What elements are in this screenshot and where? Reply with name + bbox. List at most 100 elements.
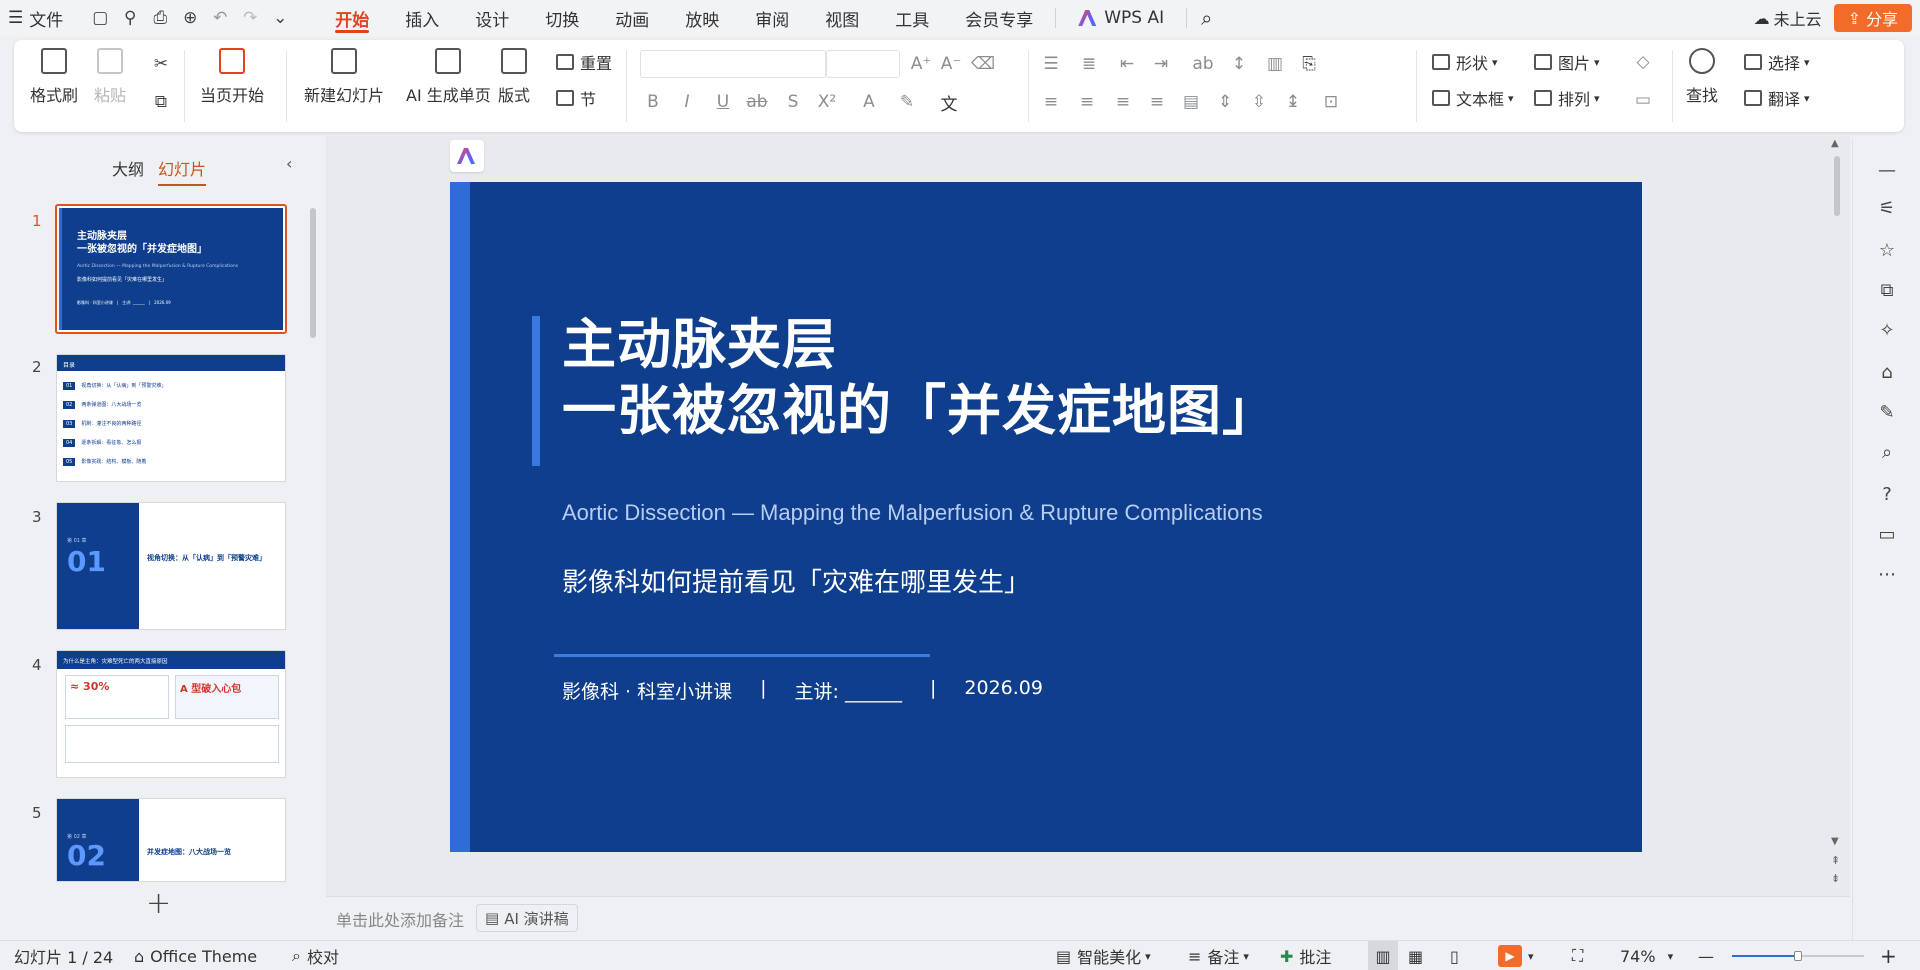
tab-animations[interactable]: 动画 (597, 0, 667, 36)
slide-footer[interactable]: 影像科 · 科室小讲课 | 主讲: ______ | 2026.09 (562, 677, 1043, 704)
print-icon[interactable]: ⎙ (149, 7, 171, 29)
sparkle-icon[interactable]: ✧ (1877, 320, 1897, 341)
decrease-indent-icon[interactable]: ⇤ (1114, 52, 1140, 76)
textbox-button[interactable]: 文本框 ▾ (1432, 86, 1514, 110)
more-icon[interactable]: ⋯ (1877, 564, 1897, 585)
current-slide[interactable]: 主动脉夹层 一张被忽视的「并发症地图」 Aortic Dissection — … (450, 182, 1642, 852)
copy-icon[interactable]: ⧉ (148, 90, 174, 114)
tab-slides[interactable]: 幻灯片 (158, 156, 207, 186)
font-family-select[interactable] (640, 50, 826, 78)
comment-icon[interactable]: ▭ (1877, 524, 1897, 545)
file-menu[interactable]: ☰ 文件 (0, 0, 71, 36)
tab-review[interactable]: 审阅 (737, 0, 807, 36)
star-icon[interactable]: ☆ (1877, 240, 1897, 261)
slideshow-button[interactable]: ▶ ▾ (1498, 941, 1534, 970)
fill-color-icon[interactable]: ◇ (1630, 50, 1656, 74)
distribute-icon[interactable]: ▤ (1178, 90, 1204, 114)
paragraph-spacing-icon[interactable]: ⇕ (1212, 90, 1238, 114)
save-icon[interactable]: ▢ (89, 7, 111, 29)
shape-button[interactable]: 形状 ▾ (1432, 50, 1498, 74)
add-slide-icon[interactable]: + (146, 886, 171, 921)
normal-view-icon[interactable]: ▥ (1368, 941, 1398, 970)
tab-insert[interactable]: 插入 (387, 0, 457, 36)
minimize-icon[interactable]: — (1877, 160, 1897, 181)
find-button[interactable]: 查找 (1686, 48, 1718, 106)
underline-icon[interactable]: U (710, 90, 736, 114)
slide-title[interactable]: 主动脉夹层 一张被忽视的「并发症地图」 (562, 312, 1277, 444)
search-image-icon[interactable]: ⌕ (1877, 442, 1897, 463)
outline-color-icon[interactable]: ▭ (1630, 88, 1656, 112)
reading-view-icon[interactable]: ▯ (1450, 941, 1459, 970)
section-button[interactable]: 节 (556, 86, 596, 110)
phonetic-icon[interactable]: 文 (936, 90, 962, 115)
canvas-scrollbar[interactable] (1834, 156, 1840, 216)
proofing-button[interactable]: ⌕ 校对 (292, 941, 339, 970)
undo-icon[interactable]: ↶ (209, 7, 231, 29)
tab-design[interactable]: 设计 (457, 0, 527, 36)
tab-transitions[interactable]: 切换 (527, 0, 597, 36)
zoom-out-icon[interactable]: — (1698, 941, 1714, 970)
slide-subtitle-cn[interactable]: 影像科如何提前看见「灾难在哪里发生」 (562, 562, 1030, 599)
text-direction-icon[interactable]: ab (1190, 52, 1216, 76)
slide-thumbnail-3[interactable]: 第 01 章 01 视角切换：从「认病」到「预警灾难」 (56, 502, 286, 630)
slide-thumbnail-5[interactable]: 第 02 章 02 并发症地图：八大战场一览 (56, 798, 286, 882)
highlight-icon[interactable]: ✎ (894, 90, 920, 114)
zoom-thumb[interactable] (1794, 951, 1802, 961)
image-edit-icon[interactable]: ✎ (1877, 402, 1897, 423)
bold-icon[interactable]: B (640, 90, 666, 114)
play-from-current-button[interactable]: 当页开始 (200, 48, 264, 106)
slide-thumbnail-1[interactable]: 主动脉夹层 一张被忽视的「并发症地图」 Aortic Dissection — M… (55, 204, 287, 334)
copy-layout-icon[interactable]: ⧉ (1877, 280, 1897, 301)
picture-button[interactable]: 图片 ▾ (1534, 50, 1600, 74)
convert-smartart-icon[interactable]: ⎘ (1296, 52, 1322, 76)
columns-icon[interactable]: ▥ (1262, 52, 1288, 76)
select-button[interactable]: 选择 ▾ (1744, 50, 1810, 74)
shadow-icon[interactable]: S (780, 90, 806, 114)
clear-format-icon[interactable]: ⌫ (970, 52, 996, 76)
search-icon[interactable]: ⌕ (1191, 0, 1222, 36)
font-color-icon[interactable]: A (856, 90, 882, 114)
justify-icon[interactable]: ≡ (1144, 90, 1170, 114)
bullet-list-icon[interactable]: ☰ (1038, 52, 1064, 76)
slide-thumbnail-2[interactable]: 目录 01 视角切换：从「认病」到「预警灾难」 02 两条弹道图：八大战场一览 03… (56, 354, 286, 482)
share-button[interactable]: ⇪ 分享 (1833, 4, 1912, 32)
share-link-icon[interactable]: ⚲ (119, 7, 141, 29)
zoom-slider[interactable] (1732, 941, 1864, 970)
next-slide-icon[interactable]: ⇟ (1831, 873, 1840, 884)
ai-assistant-badge[interactable] (450, 140, 484, 172)
ai-generate-slide-button[interactable]: AI 生成单页 (406, 48, 491, 106)
font-size-select[interactable] (826, 50, 900, 78)
help-icon[interactable]: ? (1877, 484, 1897, 505)
text-spacing-icon[interactable]: ↨ (1280, 90, 1306, 114)
shirt-icon[interactable]: ⌂ (1877, 362, 1897, 383)
zoom-in-icon[interactable]: + (1880, 941, 1897, 970)
align-center-icon[interactable]: ≡ (1074, 90, 1100, 114)
properties-icon[interactable]: ⚟ (1877, 198, 1897, 219)
italic-icon[interactable]: I (674, 90, 700, 114)
cut-icon[interactable]: ✂ (148, 52, 174, 76)
ai-notes-button[interactable]: ▤ AI 演讲稿 (476, 904, 578, 932)
grow-font-icon[interactable]: A⁺ (908, 52, 934, 76)
panel-scrollbar[interactable] (310, 208, 316, 338)
prev-slide-icon[interactable]: ⇞ (1831, 855, 1840, 866)
align-left-icon[interactable]: ≡ (1038, 90, 1064, 114)
tab-view[interactable]: 视图 (807, 0, 877, 36)
increase-indent-icon[interactable]: ⇥ (1148, 52, 1174, 76)
arrange-button[interactable]: 排列 ▾ (1534, 86, 1600, 110)
line-spacing-icon[interactable]: ↕ (1226, 52, 1252, 76)
tab-tools[interactable]: 工具 (877, 0, 947, 36)
paste-button[interactable]: 粘贴 (94, 48, 126, 106)
comment-button[interactable]: ✚ 批注 (1280, 941, 1331, 970)
tab-slideshow[interactable]: 放映 (667, 0, 737, 36)
cloud-status[interactable]: ☁ 未上云 (1754, 6, 1822, 30)
strikethrough-icon[interactable]: ab (744, 90, 770, 114)
translate-button[interactable]: 翻译 ▾ (1744, 86, 1810, 110)
format-painter-button[interactable]: 格式刷 (30, 48, 78, 106)
notes-toggle-button[interactable]: ≡ 备注 ▾ (1188, 941, 1249, 970)
new-slide-button[interactable]: 新建幻灯片 (304, 48, 384, 106)
zoom-level[interactable]: 74% ▾ (1620, 941, 1673, 970)
shrink-font-icon[interactable]: A⁻ (938, 52, 964, 76)
tab-outline[interactable]: 大纲 (112, 156, 144, 180)
tab-home[interactable]: 开始 (317, 0, 387, 36)
scroll-up-icon[interactable]: ▲ (1831, 138, 1839, 149)
